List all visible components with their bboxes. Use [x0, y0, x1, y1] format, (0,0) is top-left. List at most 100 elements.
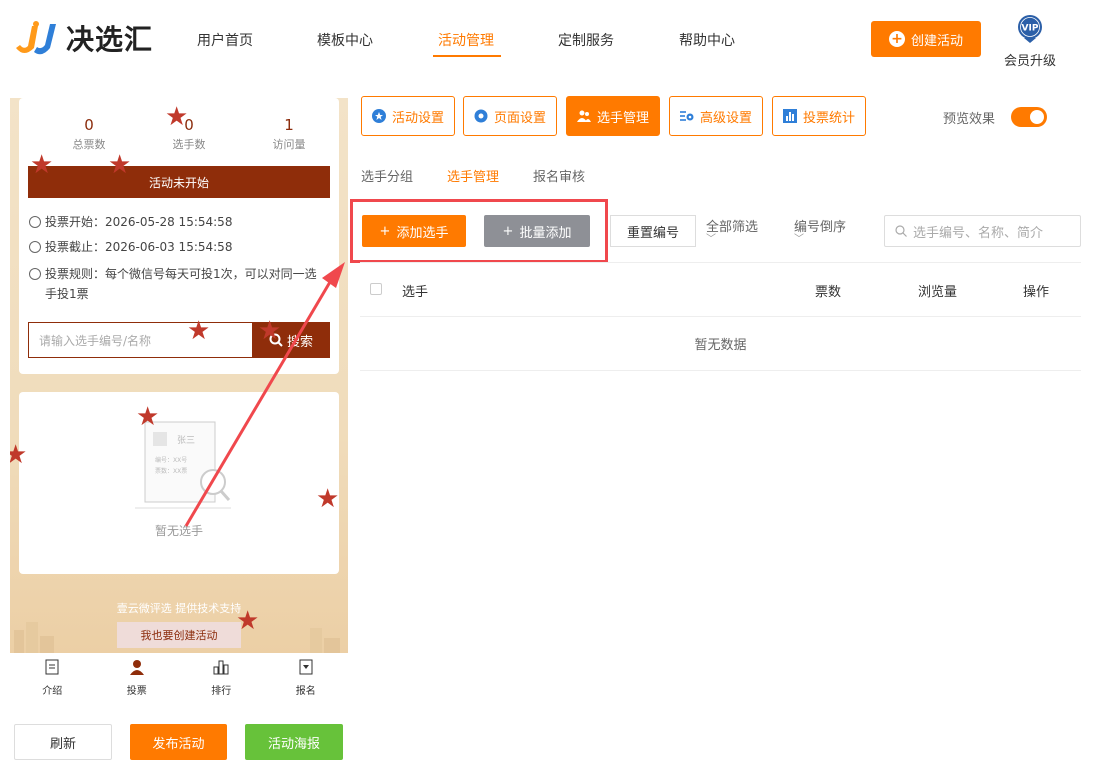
stat-visits: 1 访问量: [249, 116, 329, 152]
empty-contestants-text: 暂无选手: [154, 524, 203, 538]
logo[interactable]: 决选汇: [12, 18, 153, 58]
sort-label: 编号倒序: [794, 220, 847, 235]
flower-icon: [474, 109, 488, 123]
top-bar: 决选汇 用户首页 模板中心 活动管理 定制服务 帮助中心 + 创建活动 VIP …: [0, 0, 1095, 80]
tool-label: 投票统计: [803, 110, 856, 126]
vip-upgrade[interactable]: VIP 会员升级: [1003, 14, 1057, 69]
activity-settings-button[interactable]: 活动设置: [361, 96, 456, 136]
stat-value: 0: [84, 116, 94, 134]
illustration-line-2: 票数：XX票: [155, 467, 187, 475]
bar-chart-icon: [783, 109, 797, 123]
highlight-box: [350, 199, 608, 263]
table-empty-row: 暂无数据: [360, 317, 1081, 371]
star-decoration: ★: [108, 150, 132, 180]
search-placeholder: 选手编号、名称、简介: [913, 225, 1044, 241]
nav-custom-service[interactable]: 定制服务: [558, 30, 614, 50]
subtab-contestant-groups[interactable]: 选手分组: [361, 166, 413, 185]
create-my-activity-button[interactable]: 我也要创建活动: [117, 622, 241, 648]
tool-label: 页面设置: [494, 110, 547, 126]
contestant-table-header: 选手 票数 浏览量 操作: [360, 262, 1081, 317]
users-icon: [577, 110, 591, 122]
filter-all-dropdown[interactable]: 全部筛选 ﹀: [706, 216, 758, 245]
search-button-label: 搜索: [286, 334, 313, 350]
star-decoration: ★: [165, 102, 189, 132]
activity-poster-button[interactable]: 活动海报: [245, 724, 343, 760]
illustration-name: 张三: [177, 435, 195, 446]
vote-start-text: 投票开始：2026-05-28 15:54:58: [45, 215, 233, 229]
search-icon: [895, 225, 907, 237]
filter-all-label: 全部筛选: [706, 220, 759, 235]
vip-label: 会员升级: [1003, 54, 1056, 69]
nav-help-center[interactable]: 帮助中心: [679, 30, 735, 50]
create-activity-button[interactable]: + 创建活动: [871, 21, 981, 57]
star-decoration: ★: [10, 440, 28, 470]
page-settings-button[interactable]: 页面设置: [463, 96, 558, 136]
vip-badge-text: VIP: [1022, 24, 1039, 34]
stat-value: 0: [184, 116, 194, 134]
vote-statistics-button[interactable]: 投票统计: [772, 96, 867, 136]
info-icon: [29, 268, 41, 280]
contestant-search-input[interactable]: 选手编号、名称、简介: [884, 215, 1081, 247]
activity-status-bar: 活动未开始: [28, 166, 330, 198]
star-circle-icon: [372, 109, 386, 123]
create-activity-label: 创建活动: [910, 33, 963, 49]
column-actions: 操作: [1023, 285, 1050, 300]
sort-dropdown[interactable]: 编号倒序 ﹀: [794, 216, 846, 245]
column-votes: 票数: [815, 285, 842, 300]
preview-effect-label: 预览效果: [943, 112, 996, 127]
publish-activity-button[interactable]: 发布活动: [130, 724, 227, 760]
star-decoration: ★: [187, 316, 211, 346]
star-decoration: ★: [136, 402, 160, 432]
tab-ranking[interactable]: 排行: [179, 653, 264, 699]
subtab-signup-review[interactable]: 报名审核: [533, 166, 585, 185]
nav-activity-management[interactable]: 活动管理: [438, 30, 494, 50]
star-decoration: ★: [316, 484, 340, 514]
column-views: 浏览量: [918, 285, 958, 300]
stat-label: 选手数: [172, 138, 206, 151]
stat-total-votes: 0 总票数: [49, 116, 129, 152]
refresh-button[interactable]: 刷新: [14, 724, 112, 760]
vote-end-line: 投票截止：2026-06-03 15:54:58: [29, 237, 325, 257]
preview-search: 请输入选手编号/名称 搜索: [28, 322, 330, 358]
preview-search-input[interactable]: 请输入选手编号/名称: [28, 322, 252, 358]
tab-label: 排行: [211, 686, 232, 697]
clock-icon: [29, 241, 41, 253]
illustration-line-1: 编号：XX号: [155, 456, 187, 464]
contestant-management-button[interactable]: 选手管理: [566, 96, 661, 136]
plus-circle-icon: +: [888, 31, 905, 47]
tab-signup[interactable]: 报名: [264, 653, 349, 699]
document-icon: [45, 659, 59, 675]
tool-label: 选手管理: [597, 110, 650, 126]
user-icon: [129, 660, 144, 675]
vote-start-line: 投票开始：2026-05-28 15:54:58: [29, 212, 325, 232]
advanced-settings-button[interactable]: 高级设置: [669, 96, 764, 136]
vote-rule-text: 投票规则：每个微信号每天可投1次，可以对同一选手投1票: [45, 267, 317, 301]
star-decoration: ★: [236, 606, 260, 636]
star-decoration: ★: [258, 316, 282, 346]
reset-number-button[interactable]: 重置编号: [610, 215, 696, 247]
chevron-down-icon: ﹀: [706, 234, 716, 245]
tab-label: 投票: [126, 686, 147, 697]
stat-label: 访问量: [272, 138, 306, 151]
clock-icon: [29, 216, 41, 228]
tool-label: 高级设置: [700, 110, 753, 126]
subtab-contestant-management[interactable]: 选手管理: [447, 166, 499, 185]
logo-text: 决选汇: [66, 23, 154, 56]
star-decoration: ★: [30, 150, 54, 180]
nav-active-underline: [433, 55, 501, 57]
tab-vote[interactable]: 投票: [95, 653, 180, 699]
info-card: 0 总票数 0 选手数 1 访问量 活动未开始 投票开始：2026-05-28 …: [19, 98, 339, 374]
nav-templates[interactable]: 模板中心: [317, 30, 373, 50]
ranking-icon: [213, 660, 229, 675]
signup-icon: [299, 659, 313, 675]
stat-value: 1: [284, 116, 294, 134]
tab-label: 报名: [295, 686, 316, 697]
tab-intro[interactable]: 介绍: [10, 653, 95, 699]
preview-effect-toggle[interactable]: [1011, 107, 1047, 127]
settings-gear-icon: [680, 111, 694, 121]
tab-label: 介绍: [42, 686, 63, 697]
contestants-card: 张三 编号：XX号 票数：XX票 暂无选手: [19, 392, 339, 574]
tech-support-note: 壹云微评选 提供技术支持: [116, 602, 242, 615]
select-all-checkbox[interactable]: [370, 283, 382, 295]
nav-home[interactable]: 用户首页: [197, 30, 253, 50]
